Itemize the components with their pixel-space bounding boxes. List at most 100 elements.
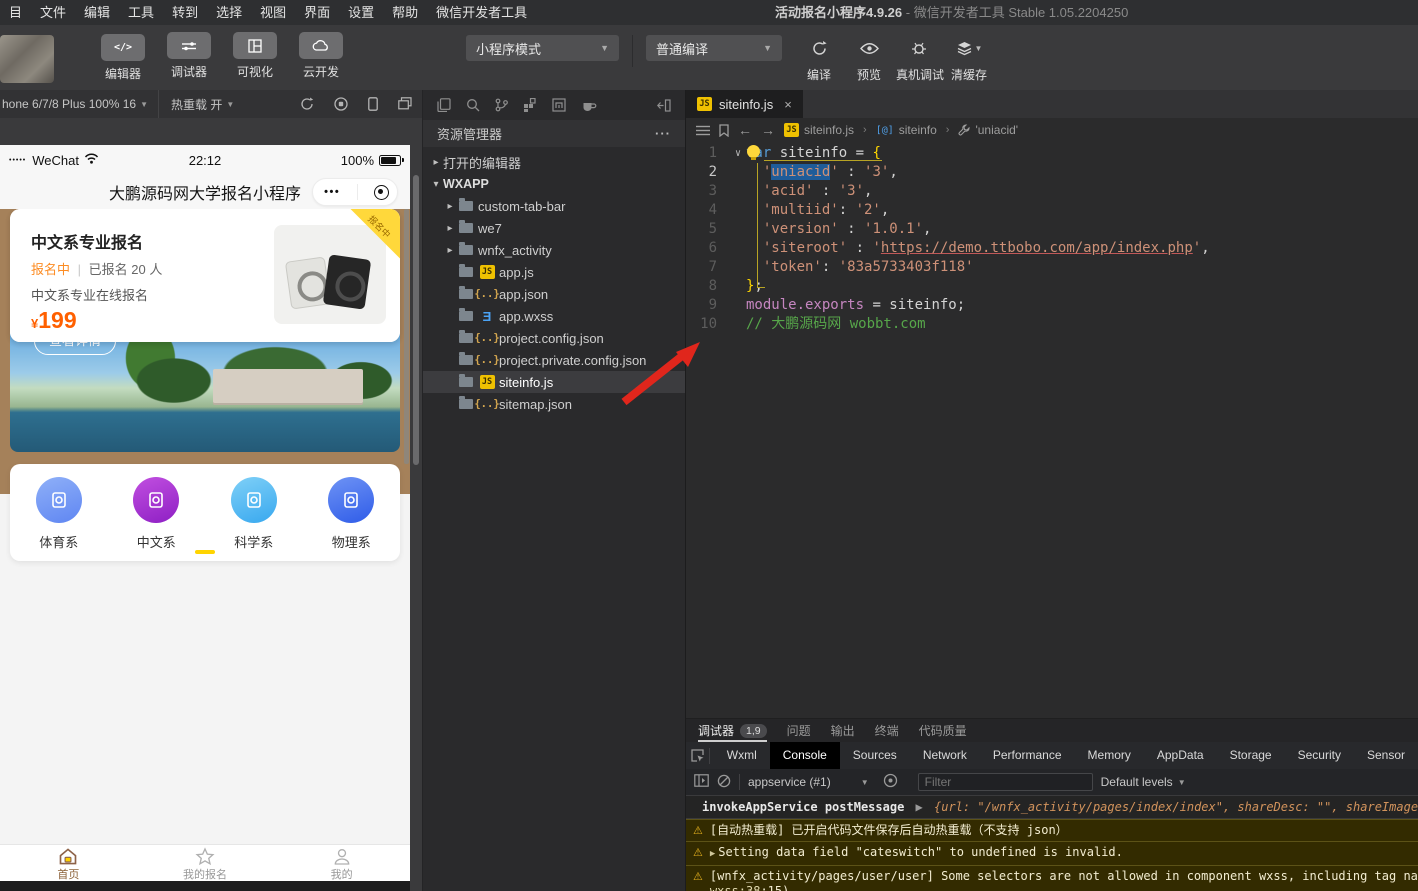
- debug-panel-tab[interactable]: 输出: [831, 719, 855, 742]
- console-filter-input[interactable]: [918, 773, 1093, 791]
- record-icon[interactable]: [334, 97, 348, 111]
- tree-row[interactable]: JS {..} Ǝ app.wxss: [423, 305, 685, 327]
- menu-item[interactable]: 目: [0, 0, 31, 25]
- debug-panel-tab[interactable]: 代码质量: [919, 719, 967, 742]
- menu-item[interactable]: 帮助: [383, 0, 427, 25]
- eye-icon[interactable]: [883, 773, 898, 791]
- fold-icon[interactable]: [730, 258, 746, 277]
- close-icon[interactable]: ×: [784, 97, 792, 112]
- devtools-tab[interactable]: Console: [770, 742, 840, 769]
- devtools-tab[interactable]: Performance: [980, 742, 1075, 769]
- devtools-tab[interactable]: Network: [910, 742, 980, 769]
- npm-icon[interactable]: [552, 98, 566, 112]
- lightbulb-icon[interactable]: [747, 145, 760, 158]
- device-frame-icon[interactable]: [368, 97, 378, 111]
- view-toggle-button[interactable]: </> 云开发: [296, 32, 346, 84]
- device-selector[interactable]: hone 6/7/8 Plus 100% 16: [0, 97, 136, 111]
- menu-item[interactable]: 微信开发者工具: [427, 0, 536, 25]
- view-toggle-button[interactable]: </> 编辑器: [98, 32, 148, 84]
- toolbar-action-button[interactable]: ▼ 编译: [796, 35, 842, 83]
- hot-reload-toggle[interactable]: 热重载 开: [171, 96, 222, 113]
- close-mini-program-button[interactable]: [374, 185, 389, 200]
- fold-icon[interactable]: [730, 220, 746, 239]
- fold-icon[interactable]: [730, 163, 746, 182]
- extensions-icon[interactable]: [523, 98, 537, 112]
- multi-window-icon[interactable]: [398, 97, 412, 111]
- source-link[interactable]: wxss:38: [710, 884, 761, 891]
- devtools-tab[interactable]: Sensor: [1354, 742, 1418, 769]
- category-item[interactable]: 科学系: [218, 477, 290, 561]
- fold-icon[interactable]: [730, 239, 746, 258]
- tree-row[interactable]: JS {..} Ǝ app.json: [423, 283, 685, 305]
- fold-icon[interactable]: ∨: [730, 144, 746, 163]
- menu-item[interactable]: 设置: [339, 0, 383, 25]
- devtools-tab[interactable]: Wxml: [714, 742, 770, 769]
- toolbar-action-button[interactable]: ▼ 预览: [846, 35, 892, 83]
- expand-caret-icon[interactable]: ▶: [916, 800, 923, 814]
- tab-bar-item[interactable]: 我的: [273, 845, 410, 881]
- menu-item[interactable]: 工具: [119, 0, 163, 25]
- tree-row[interactable]: ▸ JS {..} Ǝ we7: [423, 217, 685, 239]
- page-scrollbar[interactable]: [404, 209, 409, 464]
- more-actions-icon[interactable]: ···: [655, 126, 671, 141]
- tree-row[interactable]: JS {..} Ǝ siteinfo.js: [423, 371, 685, 393]
- fold-icon[interactable]: [730, 201, 746, 220]
- expand-caret-icon[interactable]: ▶: [710, 849, 715, 859]
- devtools-tab[interactable]: Memory: [1075, 742, 1144, 769]
- mode-select[interactable]: 小程序模式 ▼: [466, 35, 619, 61]
- log-levels-select[interactable]: Default levels ▼: [1101, 775, 1186, 789]
- menu-item[interactable]: 转到: [163, 0, 207, 25]
- files-icon[interactable]: [437, 98, 451, 112]
- menu-item[interactable]: 文件: [31, 0, 75, 25]
- devtools-tab[interactable]: Security: [1285, 742, 1354, 769]
- tree-row[interactable]: ▸ JS {..} Ǝ custom-tab-bar: [423, 195, 685, 217]
- back-icon[interactable]: ←: [738, 122, 752, 138]
- toolbar-action-button[interactable]: ▼ 清缓存: [946, 35, 992, 83]
- category-item[interactable]: 物理系: [315, 477, 387, 561]
- collapse-sidebar-icon[interactable]: [657, 99, 671, 112]
- debug-panel-tab[interactable]: 终端: [875, 719, 899, 742]
- fold-icon[interactable]: [730, 277, 746, 296]
- tab-bar-item[interactable]: 我的报名: [137, 845, 274, 881]
- tree-row[interactable]: ▾ JS {..} Ǝ WXAPP: [423, 173, 685, 195]
- clear-console-icon[interactable]: [717, 774, 731, 791]
- menu-item[interactable]: 界面: [295, 0, 339, 25]
- tree-row[interactable]: JS {..} Ǝ sitemap.json: [423, 393, 685, 415]
- tree-row[interactable]: ▸ JS {..} Ǝ wnfx_activity: [423, 239, 685, 261]
- devtools-tab[interactable]: Sources: [840, 742, 910, 769]
- console-warning-row[interactable]: ⚠ [wnfx_activity/pages/user/user] Some s…: [686, 865, 1418, 891]
- inspect-element-icon[interactable]: [686, 748, 709, 763]
- editor-tab[interactable]: JS siteinfo.js ×: [686, 90, 803, 118]
- category-item[interactable]: 体育系: [23, 477, 95, 561]
- fold-icon[interactable]: [730, 182, 746, 201]
- devtools-tab[interactable]: AppData: [1144, 742, 1217, 769]
- bookmark-icon[interactable]: [719, 124, 729, 137]
- breadcrumb-member[interactable]: 'uniacid': [958, 123, 1018, 137]
- devtools-tab[interactable]: Storage: [1217, 742, 1285, 769]
- debug-panel-tab[interactable]: 问题: [787, 719, 811, 742]
- menu-item[interactable]: 视图: [251, 0, 295, 25]
- fold-icon[interactable]: [730, 315, 746, 334]
- code-editor[interactable]: 1 ∨ var siteinfo = { 2 'uniacid' : '3',: [686, 142, 1418, 718]
- simulator-scrollbar[interactable]: [413, 175, 419, 465]
- view-toggle-button[interactable]: </> 可视化: [230, 32, 280, 84]
- fold-icon[interactable]: [730, 296, 746, 315]
- tea-icon[interactable]: [581, 99, 597, 112]
- tree-row[interactable]: JS {..} Ǝ project.private.config.json: [423, 349, 685, 371]
- forward-icon[interactable]: →: [761, 122, 775, 138]
- category-item[interactable]: 中文系: [120, 477, 192, 561]
- tab-bar-item[interactable]: 首页: [0, 845, 137, 881]
- menu-item[interactable]: 选择: [207, 0, 251, 25]
- tree-row[interactable]: ▸ JS {..} Ǝ 打开的编辑器: [423, 151, 685, 173]
- compile-mode-select[interactable]: 普通编译 ▼: [646, 35, 782, 61]
- view-toggle-button[interactable]: </> 调试器: [164, 32, 214, 84]
- console-warning-row[interactable]: ⚠ ▶Setting data field "cateswitch" to un…: [686, 841, 1418, 865]
- toolbar-action-button[interactable]: ▼ 真机调试: [896, 35, 942, 83]
- restart-icon[interactable]: [300, 97, 314, 111]
- search-icon[interactable]: [466, 98, 480, 112]
- sidebar-toggle-icon[interactable]: [694, 774, 709, 790]
- execution-context-select[interactable]: appservice (#1) ▼: [748, 775, 869, 789]
- activity-card[interactable]: 中文系专业报名 报名中 | 已报名 20 人 中文系专业在线报名 ¥199: [10, 209, 400, 342]
- more-menu-button[interactable]: •••: [321, 186, 340, 198]
- breadcrumb-file[interactable]: JS siteinfo.js: [784, 123, 854, 137]
